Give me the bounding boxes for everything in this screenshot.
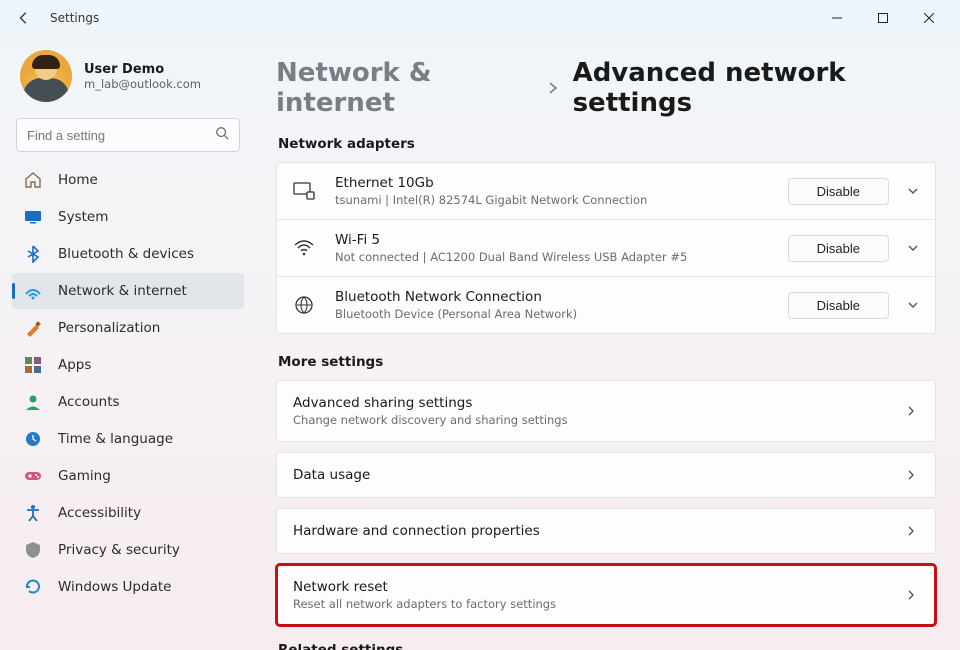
sidebar-item-label: Personalization (58, 320, 160, 336)
sidebar-item-label: Bluetooth & devices (58, 246, 194, 262)
sidebar-item-accounts[interactable]: Accounts (12, 384, 244, 420)
item-title: Data usage (293, 467, 903, 483)
item-title: Advanced sharing settings (293, 395, 903, 411)
adapter-title: Bluetooth Network Connection (335, 289, 788, 305)
user-avatar (20, 50, 72, 102)
adapter-wifi-row[interactable]: Wi-Fi 5 Not connected | AC1200 Dual Band… (277, 219, 935, 276)
adapter-title: Ethernet 10Gb (335, 175, 788, 191)
sidebar-item-gaming[interactable]: Gaming (12, 458, 244, 494)
breadcrumb-parent[interactable]: Network & internet (276, 58, 533, 118)
accessibility-icon (24, 504, 42, 522)
sidebar-item-personalization[interactable]: Personalization (12, 310, 244, 346)
sidebar-item-label: Apps (58, 357, 91, 373)
sidebar-item-update[interactable]: Windows Update (12, 569, 244, 605)
chevron-down-icon[interactable] (905, 242, 921, 254)
adapter-sub: Bluetooth Device (Personal Area Network) (335, 307, 788, 321)
data-usage-item[interactable]: Data usage (276, 452, 936, 498)
wifi-icon (291, 240, 317, 256)
chevron-right-icon (903, 525, 919, 537)
search-box[interactable] (16, 118, 240, 152)
sidebar-item-label: Gaming (58, 468, 111, 484)
bluetooth-icon (24, 245, 42, 263)
window-maximize-button[interactable] (860, 3, 906, 33)
back-button[interactable] (16, 10, 32, 26)
network-reset-item[interactable]: Network reset Reset all network adapters… (276, 564, 936, 626)
accounts-icon (24, 393, 42, 411)
sidebar-item-label: Windows Update (58, 579, 171, 595)
advanced-sharing-item[interactable]: Advanced sharing settings Change network… (276, 380, 936, 442)
privacy-icon (24, 541, 42, 559)
disable-button[interactable]: Disable (788, 292, 889, 319)
sidebar-item-label: Accessibility (58, 505, 141, 521)
app-title: Settings (50, 11, 99, 25)
chevron-right-icon (903, 405, 919, 417)
sidebar-item-network[interactable]: Network & internet (12, 273, 244, 309)
chevron-down-icon[interactable] (905, 185, 921, 197)
adapter-ethernet-row[interactable]: Ethernet 10Gb tsunami | Intel(R) 82574L … (277, 163, 935, 219)
sidebar-item-privacy[interactable]: Privacy & security (12, 532, 244, 568)
breadcrumb-current: Advanced network settings (573, 58, 936, 118)
disable-button[interactable]: Disable (788, 235, 889, 262)
gaming-icon (24, 467, 42, 485)
chevron-right-icon (547, 78, 559, 99)
chevron-down-icon[interactable] (905, 299, 921, 311)
breadcrumb: Network & internet Advanced network sett… (276, 58, 936, 118)
network-icon (24, 282, 42, 300)
sidebar-item-apps[interactable]: Apps (12, 347, 244, 383)
adapter-bluetooth-row[interactable]: Bluetooth Network Connection Bluetooth D… (277, 276, 935, 333)
search-input[interactable] (27, 128, 207, 143)
adapter-sub: tsunami | Intel(R) 82574L Gigabit Networ… (335, 193, 788, 207)
system-icon (24, 208, 42, 226)
ethernet-icon (291, 182, 317, 200)
adapter-sub: Not connected | AC1200 Dual Band Wireles… (335, 250, 788, 264)
sidebar-item-system[interactable]: System (12, 199, 244, 235)
sidebar-item-accessibility[interactable]: Accessibility (12, 495, 244, 531)
sidebar-item-label: Privacy & security (58, 542, 180, 558)
adapter-title: Wi-Fi 5 (335, 232, 788, 248)
window-minimize-button[interactable] (814, 3, 860, 33)
section-more-settings: More settings (278, 354, 936, 370)
sidebar-item-label: Time & language (58, 431, 173, 447)
sidebar-item-home[interactable]: Home (12, 162, 244, 198)
user-block[interactable]: User Demo m_lab@outlook.com (12, 44, 244, 118)
user-email: m_lab@outlook.com (84, 77, 201, 91)
section-related-settings: Related settings (278, 642, 936, 650)
sidebar-item-bluetooth[interactable]: Bluetooth & devices (12, 236, 244, 272)
sidebar-item-label: Accounts (58, 394, 120, 410)
search-icon (215, 126, 229, 144)
item-title: Network reset (293, 579, 903, 595)
sidebar-item-time[interactable]: Time & language (12, 421, 244, 457)
time-icon (24, 430, 42, 448)
sidebar-item-label: Home (58, 172, 98, 188)
window-close-button[interactable] (906, 3, 952, 33)
hardware-properties-item[interactable]: Hardware and connection properties (276, 508, 936, 554)
bluetooth-net-icon (291, 295, 317, 315)
item-title: Hardware and connection properties (293, 523, 903, 539)
user-name: User Demo (84, 62, 201, 77)
sidebar-item-label: Network & internet (58, 283, 187, 299)
section-network-adapters: Network adapters (278, 136, 936, 152)
update-icon (24, 578, 42, 596)
adapters-list: Ethernet 10Gb tsunami | Intel(R) 82574L … (276, 162, 936, 334)
sidebar-item-label: System (58, 209, 108, 225)
item-sub: Change network discovery and sharing set… (293, 413, 903, 427)
personalization-icon (24, 319, 42, 337)
home-icon (24, 171, 42, 189)
item-sub: Reset all network adapters to factory se… (293, 597, 903, 611)
apps-icon (24, 356, 42, 374)
chevron-right-icon (903, 469, 919, 481)
chevron-right-icon (903, 589, 919, 601)
sidebar: User Demo m_lab@outlook.com Home System … (0, 36, 252, 650)
disable-button[interactable]: Disable (788, 178, 889, 205)
